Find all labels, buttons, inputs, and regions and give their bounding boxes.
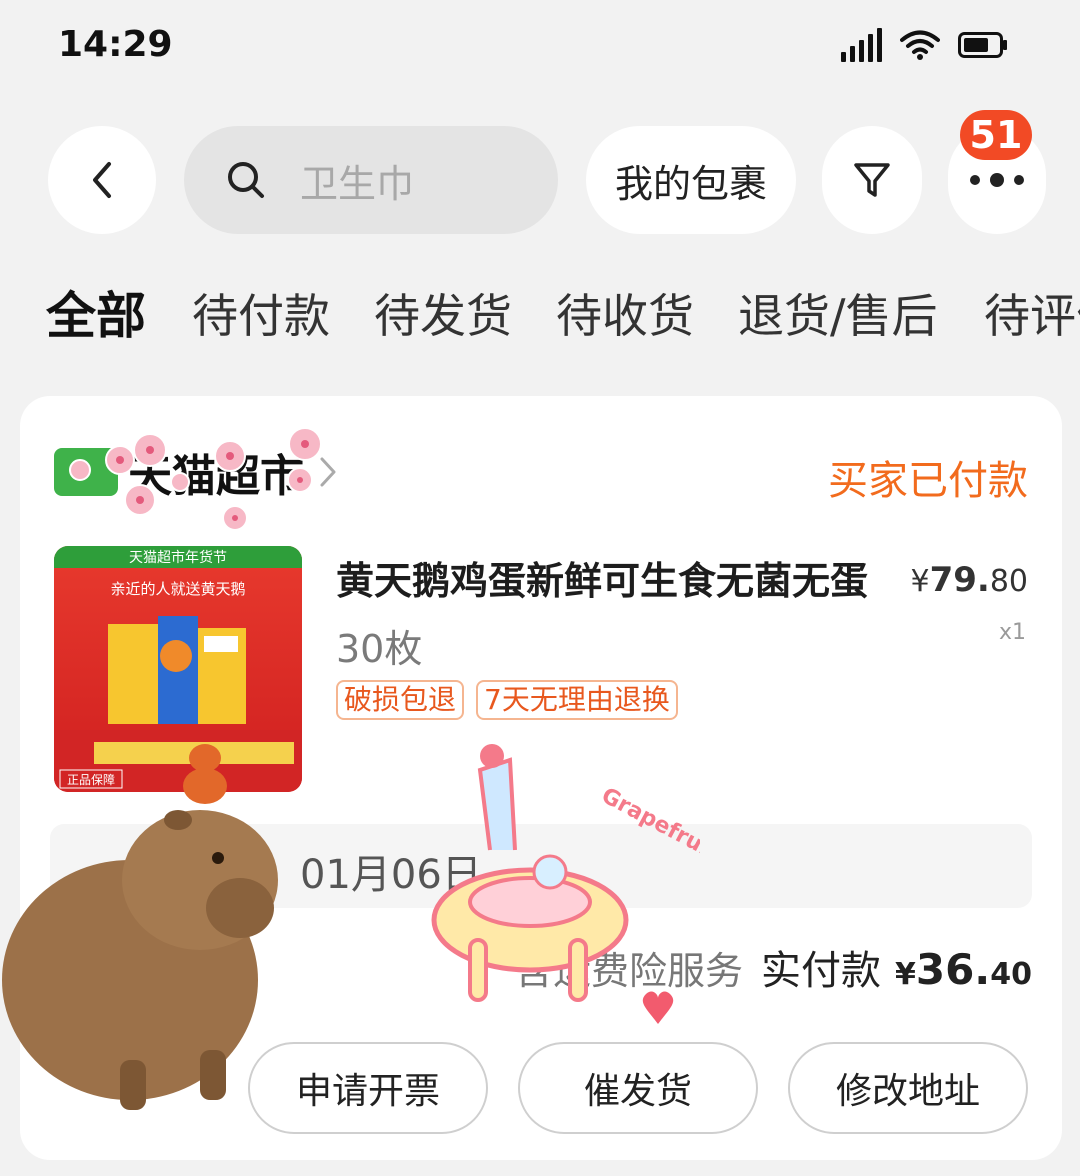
tab-all[interactable]: 全部 — [46, 280, 146, 352]
more-dots-icon — [970, 173, 1024, 187]
grapefruit-table-sticker: Grapefruit — [431, 744, 700, 1024]
tag-7day-return: 7天无理由退换 — [476, 680, 678, 720]
modify-address-button[interactable]: 修改地址 — [788, 1042, 1028, 1134]
status-icons — [841, 28, 1008, 62]
tab-pending-shipment[interactable]: 待发货 — [374, 280, 512, 352]
battery-icon — [958, 32, 1007, 58]
my-parcels-button[interactable]: 我的包裹 — [586, 126, 796, 234]
flower-sticker — [69, 427, 322, 531]
order-status: 买家已付款 — [828, 458, 1028, 504]
filter-button[interactable] — [822, 126, 922, 234]
search-icon — [228, 162, 264, 198]
paid-label: 实付款 — [760, 948, 881, 994]
top-bar: 卫生巾 我的包裹 51 — [0, 110, 1080, 234]
paid-int: 36. — [915, 945, 991, 994]
order-tabs: 全部 待付款 待发货 待收货 退货/售后 待评价 — [0, 280, 1080, 360]
service-tags: 破损包退 7天无理由退换 — [336, 680, 678, 720]
product-price: ¥79.80 — [910, 560, 1028, 600]
tab-pending-payment[interactable]: 待付款 — [192, 280, 330, 352]
product-title[interactable]: 黄天鹅鸡蛋新鲜可生食无菌无蛋 — [336, 550, 896, 605]
sticker-text: Grapefruit — [597, 783, 700, 866]
notification-badge: 51 — [960, 110, 1032, 160]
back-button[interactable] — [48, 126, 156, 234]
price-int: 79. — [929, 560, 990, 600]
capybara-sticker — [2, 744, 278, 1110]
status-time: 14:29 — [58, 24, 173, 65]
paid-symbol: ¥ — [894, 957, 916, 992]
signal-icon — [841, 28, 882, 62]
product-quantity: x1 — [998, 620, 1026, 645]
wifi-icon — [900, 30, 940, 60]
search-bar[interactable]: 卫生巾 — [184, 126, 558, 234]
search-placeholder: 卫生巾 — [300, 161, 415, 206]
filter-icon — [854, 163, 890, 197]
tab-pending-receipt[interactable]: 待收货 — [556, 280, 694, 352]
product-spec: 30枚 — [336, 627, 423, 671]
product-image-banner: 天猫超市年货节 — [129, 549, 227, 566]
tag-damage-refund: 破损包退 — [336, 680, 465, 720]
urge-shipment-button[interactable]: 催发货 — [518, 1042, 758, 1134]
tab-returns[interactable]: 退货/售后 — [738, 280, 938, 352]
paid-decimal: 40 — [990, 957, 1032, 992]
product-image-slogan: 亲近的人就送黄天鹅 — [110, 580, 245, 598]
price-symbol: ¥ — [910, 564, 930, 599]
status-bar: 14:29 — [0, 0, 1080, 96]
tab-pending-review[interactable]: 待评价 — [984, 280, 1080, 352]
chevron-left-icon — [93, 162, 111, 198]
price-decimal: 80 — [989, 564, 1028, 599]
